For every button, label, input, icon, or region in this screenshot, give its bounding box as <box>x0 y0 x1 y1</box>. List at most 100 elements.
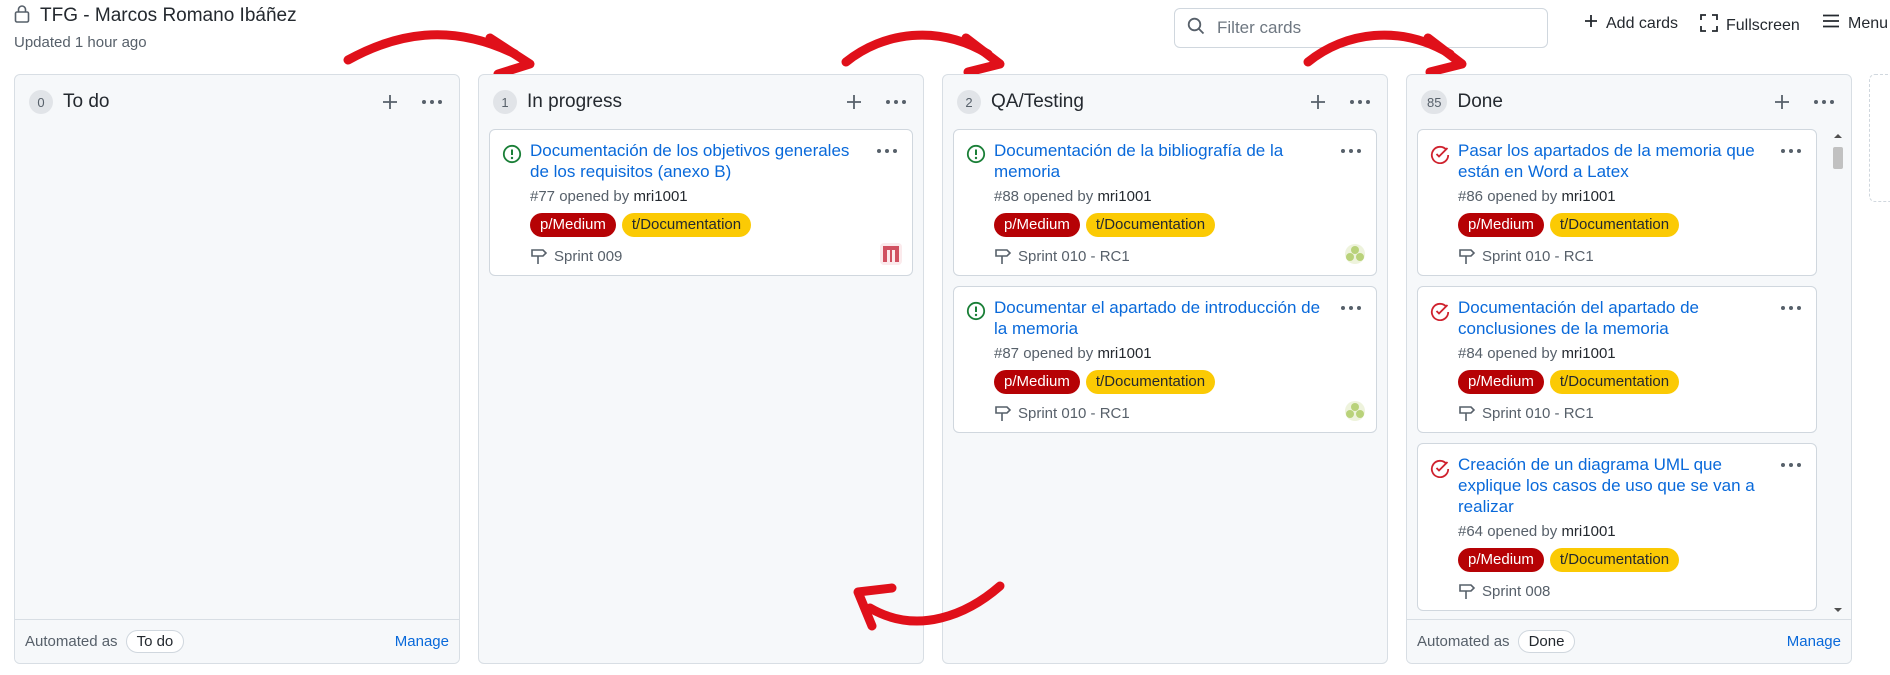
avatar[interactable] <box>1344 400 1366 422</box>
lock-icon <box>14 4 30 28</box>
fullscreen-label: Fullscreen <box>1726 16 1800 34</box>
add-card-button[interactable] <box>1769 89 1795 115</box>
milestone[interactable]: Sprint 010 - RC1 <box>1458 247 1802 265</box>
column-scrollbar[interactable] <box>1831 129 1845 617</box>
milestone-label: Sprint 010 - RC1 <box>1482 404 1594 422</box>
issue-card[interactable]: Documentación de la bibliografía de la m… <box>953 129 1377 276</box>
issue-open-icon <box>966 144 986 169</box>
label-priority[interactable]: p/Medium <box>1458 370 1544 394</box>
label-type[interactable]: t/Documentation <box>1085 213 1216 237</box>
manage-link[interactable]: Manage <box>1787 633 1841 650</box>
label-type[interactable]: t/Documentation <box>1085 370 1216 394</box>
plus-icon <box>1584 14 1598 33</box>
project-title[interactable]: TFG - Marcos Romano Ibáñez <box>40 5 297 27</box>
issue-title-link[interactable]: Pasar los apartados de la memoria que es… <box>1458 140 1802 182</box>
issue-title-link[interactable]: Documentación del apartado de conclusion… <box>1458 297 1802 339</box>
filter-cards-input[interactable] <box>1217 18 1517 38</box>
scroll-down-icon <box>1834 608 1842 612</box>
issue-number[interactable]: #88 opened by <box>994 188 1093 205</box>
issue-title-link[interactable]: Documentación de los objetivos generales… <box>530 140 898 182</box>
card-menu-button[interactable] <box>1778 138 1804 164</box>
kebab-icon <box>886 100 906 104</box>
scroll-thumb[interactable] <box>1833 147 1843 169</box>
issue-card[interactable]: Creación de un diagrama UML que explique… <box>1417 443 1817 611</box>
plus-icon <box>1775 95 1789 109</box>
automation-badge: Done <box>1517 630 1576 653</box>
milestone[interactable]: Sprint 010 - RC1 <box>994 404 1362 422</box>
column-footer: Automated as Done Manage <box>1407 619 1851 663</box>
menu-label: Menu <box>1848 14 1889 32</box>
issue-number[interactable]: #64 opened by <box>1458 523 1557 540</box>
issue-title-link[interactable]: Documentación de la bibliografía de la m… <box>994 140 1362 182</box>
filter-cards-box[interactable] <box>1174 8 1548 48</box>
issue-author[interactable]: mri1001 <box>1097 345 1151 362</box>
label-type[interactable]: t/Documentation <box>1549 213 1680 237</box>
issue-author[interactable]: mri1001 <box>1561 523 1615 540</box>
issue-author[interactable]: mri1001 <box>1097 188 1151 205</box>
plus-icon <box>383 95 397 109</box>
issue-number[interactable]: #87 opened by <box>994 345 1093 362</box>
milestone[interactable]: Sprint 008 <box>1458 582 1802 600</box>
issue-number[interactable]: #86 opened by <box>1458 188 1557 205</box>
issue-card[interactable]: Documentación del apartado de conclusion… <box>1417 286 1817 433</box>
add-column-placeholder[interactable] <box>1869 74 1890 202</box>
column-footer: Automated as To do Manage <box>15 619 459 663</box>
avatar[interactable] <box>1344 243 1366 265</box>
issue-author[interactable]: mri1001 <box>1561 188 1615 205</box>
kebab-icon <box>422 100 442 104</box>
column-menu-button[interactable] <box>883 89 909 115</box>
fullscreen-icon <box>1700 14 1718 37</box>
label-priority[interactable]: p/Medium <box>994 213 1080 237</box>
issue-meta: #84 opened by mri1001 <box>1458 345 1802 362</box>
card-menu-button[interactable] <box>874 138 900 164</box>
issue-meta: #87 opened by mri1001 <box>994 345 1362 362</box>
automation-prefix: Automated as <box>1417 633 1510 650</box>
add-card-button[interactable] <box>841 89 867 115</box>
label-type[interactable]: t/Documentation <box>1549 370 1680 394</box>
label-priority[interactable]: p/Medium <box>1458 213 1544 237</box>
milestone-icon <box>1459 406 1476 421</box>
milestone-icon <box>1459 249 1476 264</box>
issue-author[interactable]: mri1001 <box>1561 345 1615 362</box>
column-done: 85 Done Pasar los apartados de la memori… <box>1406 74 1852 664</box>
issue-card[interactable]: Documentar el apartado de introducción d… <box>953 286 1377 433</box>
card-menu-button[interactable] <box>1778 295 1804 321</box>
column-menu-button[interactable] <box>1811 89 1837 115</box>
column-menu-button[interactable] <box>1347 89 1373 115</box>
avatar[interactable] <box>880 243 902 265</box>
issue-number[interactable]: #84 opened by <box>1458 345 1557 362</box>
menu-button[interactable]: Menu <box>1822 14 1888 33</box>
add-card-button[interactable] <box>377 89 403 115</box>
issue-number[interactable]: #77 opened by <box>530 188 629 205</box>
fullscreen-button[interactable]: Fullscreen <box>1700 14 1800 37</box>
automation-prefix: Automated as <box>25 633 118 650</box>
add-cards-button[interactable]: Add cards <box>1584 14 1678 33</box>
column-menu-button[interactable] <box>419 89 445 115</box>
kebab-icon <box>1350 100 1370 104</box>
label-type[interactable]: t/Documentation <box>1549 548 1680 572</box>
card-menu-button[interactable] <box>1778 452 1804 478</box>
manage-link[interactable]: Manage <box>395 633 449 650</box>
kebab-icon <box>1814 100 1834 104</box>
issue-card[interactable]: Documentación de los objetivos generales… <box>489 129 913 276</box>
milestone[interactable]: Sprint 010 - RC1 <box>1458 404 1802 422</box>
label-priority[interactable]: p/Medium <box>1458 548 1544 572</box>
milestone[interactable]: Sprint 009 <box>530 247 898 265</box>
card-menu-button[interactable] <box>1338 295 1364 321</box>
plus-icon <box>1311 95 1325 109</box>
issue-card[interactable]: Pasar los apartados de la memoria que es… <box>1417 129 1817 276</box>
milestone[interactable]: Sprint 010 - RC1 <box>994 247 1362 265</box>
milestone-icon <box>995 406 1012 421</box>
column-qa-testing: 2 QA/Testing Documentación de la bibliog… <box>942 74 1388 664</box>
label-priority[interactable]: p/Medium <box>994 370 1080 394</box>
automation-badge: To do <box>125 630 185 653</box>
card-menu-button[interactable] <box>1338 138 1364 164</box>
label-priority[interactable]: p/Medium <box>530 213 616 237</box>
label-type[interactable]: t/Documentation <box>621 213 752 237</box>
issue-title-link[interactable]: Creación de un diagrama UML que explique… <box>1458 454 1802 517</box>
scroll-up-icon <box>1834 134 1842 138</box>
issue-title-link[interactable]: Documentar el apartado de introducción d… <box>994 297 1362 339</box>
board-header: TFG - Marcos Romano Ibáñez Updated 1 hou… <box>0 0 1890 70</box>
add-card-button[interactable] <box>1305 89 1331 115</box>
issue-author[interactable]: mri1001 <box>633 188 687 205</box>
